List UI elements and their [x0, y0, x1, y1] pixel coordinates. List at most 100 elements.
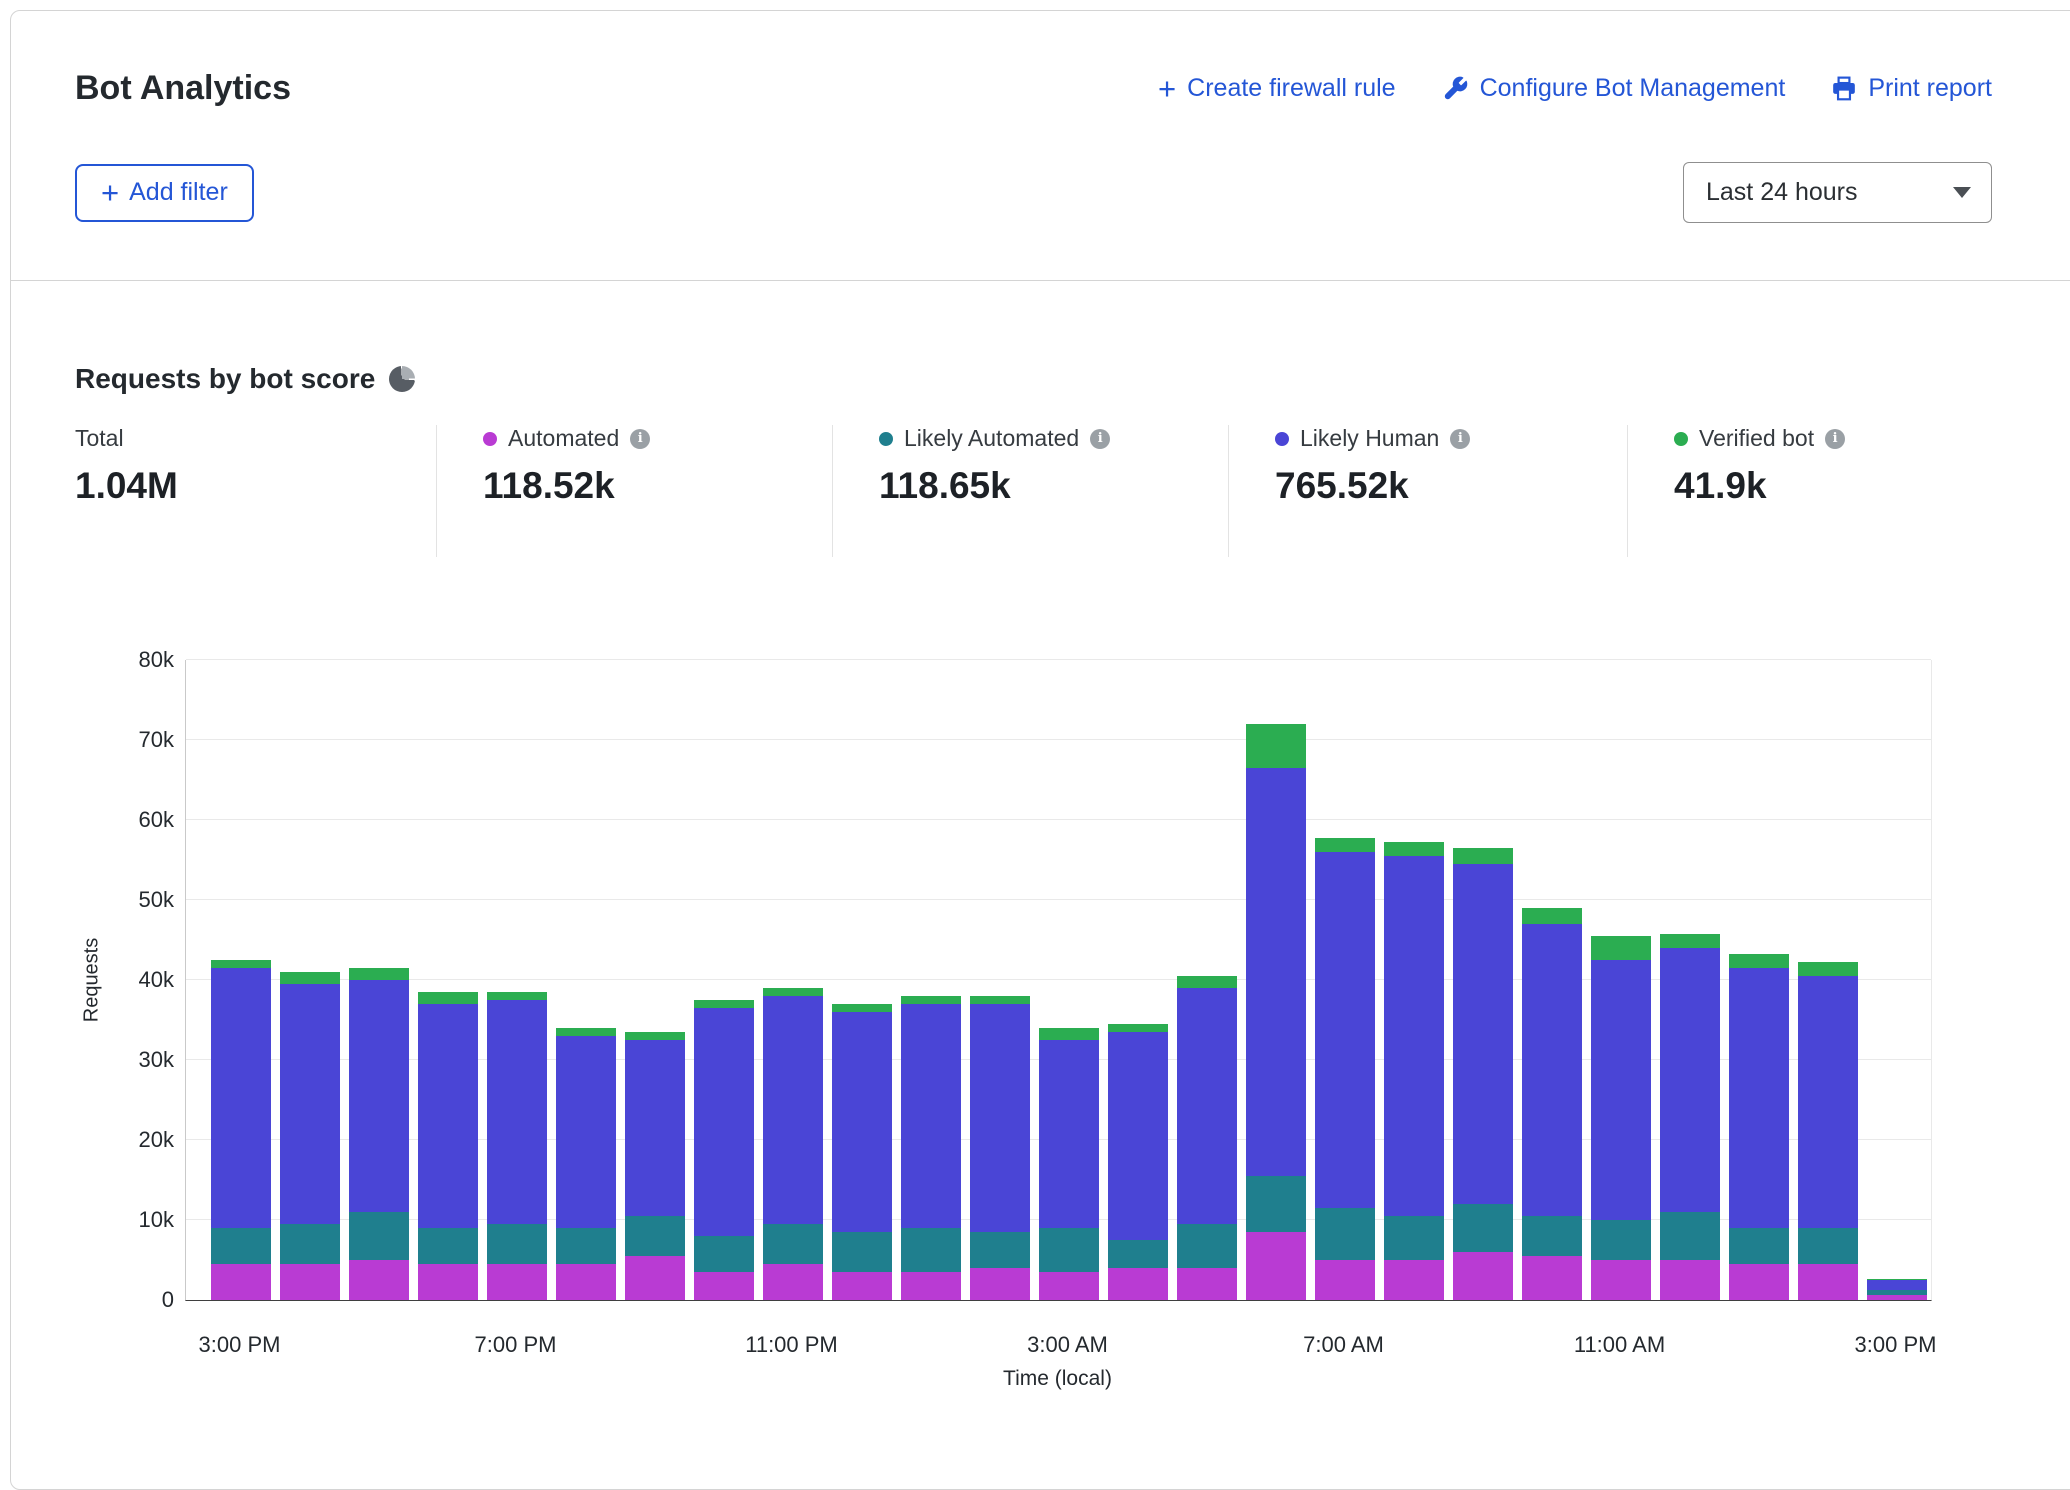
stat-verified-bot-value: 41.9k — [1674, 465, 1987, 507]
bar-segment — [211, 968, 271, 1228]
stacked-bar-5[interactable] — [556, 1028, 616, 1300]
info-icon[interactable]: i — [1825, 429, 1845, 449]
stacked-bar-9[interactable] — [832, 1004, 892, 1300]
stacked-bar-7[interactable] — [694, 1000, 754, 1300]
bar-segment — [556, 1028, 616, 1036]
stacked-bar-10[interactable] — [901, 996, 961, 1300]
bar-segment — [1108, 1240, 1168, 1268]
configure-bot-management-link[interactable]: Configure Bot Management — [1442, 74, 1786, 103]
bar-segment — [970, 996, 1030, 1004]
bar-segment — [832, 1272, 892, 1300]
pie-chart-icon — [389, 366, 415, 392]
bar-segment — [1315, 852, 1375, 1208]
stacked-bar-18[interactable] — [1453, 848, 1513, 1300]
bar-segment — [418, 992, 478, 1004]
bar-segment — [1522, 908, 1582, 924]
bar-segment — [625, 1040, 685, 1216]
bar-segment — [1246, 768, 1306, 1176]
stat-likely-automated-value: 118.65k — [879, 465, 1228, 507]
likely-human-color-dot — [1275, 432, 1289, 446]
stacked-bar-4[interactable] — [487, 992, 547, 1300]
bar-segment — [1315, 1260, 1375, 1300]
bar-segment — [1660, 948, 1720, 1212]
print-report-link[interactable]: Print report — [1831, 74, 1992, 103]
stat-automated-label: Automated — [508, 425, 619, 452]
info-icon[interactable]: i — [630, 429, 650, 449]
bar-segment — [1453, 864, 1513, 1204]
stacked-bar-17[interactable] — [1384, 842, 1444, 1300]
bar-segment — [901, 1004, 961, 1228]
bar-segment — [1453, 1252, 1513, 1300]
bar-segment — [1384, 842, 1444, 856]
stacked-bar-2[interactable] — [349, 968, 409, 1300]
gridline — [186, 899, 1931, 900]
y-axis: 010k20k30k40k50k60k70k80k — [11, 660, 174, 1300]
stat-verified-bot-label: Verified bot — [1699, 425, 1814, 452]
bar-segment — [1867, 1295, 1927, 1300]
bar-segment — [349, 1260, 409, 1300]
bar-segment — [763, 988, 823, 996]
bar-segment — [349, 968, 409, 980]
stat-likely-automated-label: Likely Automated — [904, 425, 1079, 452]
bar-segment — [694, 1236, 754, 1272]
stat-likely-human-value: 765.52k — [1275, 465, 1627, 507]
bar-segment — [1453, 848, 1513, 864]
info-icon[interactable]: i — [1450, 429, 1470, 449]
bar-segment — [625, 1032, 685, 1040]
bar-segment — [1246, 724, 1306, 768]
bar-segment — [832, 1004, 892, 1012]
stacked-bar-20[interactable] — [1591, 936, 1651, 1300]
stacked-bar-14[interactable] — [1177, 976, 1237, 1300]
add-filter-button[interactable]: + Add filter — [75, 164, 254, 222]
stacked-bar-21[interactable] — [1660, 934, 1720, 1300]
stacked-bar-15[interactable] — [1246, 724, 1306, 1300]
bar-segment — [280, 972, 340, 984]
stacked-bar-22[interactable] — [1729, 954, 1789, 1300]
bar-segment — [1729, 968, 1789, 1228]
stacked-bar-23[interactable] — [1798, 962, 1858, 1300]
stacked-bar-19[interactable] — [1522, 908, 1582, 1300]
bar-segment — [763, 1224, 823, 1264]
stat-likely-human-label: Likely Human — [1300, 425, 1439, 452]
y-tick-label: 30k — [139, 1049, 174, 1071]
likely-automated-color-dot — [879, 432, 893, 446]
bar-segment — [280, 1264, 340, 1300]
create-firewall-rule-link[interactable]: + Create firewall rule — [1158, 73, 1396, 104]
chevron-down-icon — [1953, 187, 1971, 198]
time-range-select[interactable]: Last 24 hours — [1683, 162, 1992, 223]
bar-segment — [1177, 976, 1237, 988]
stat-total-value: 1.04M — [75, 465, 436, 507]
stacked-bar-12[interactable] — [1039, 1028, 1099, 1300]
bar-segment — [970, 1004, 1030, 1232]
bar-segment — [1591, 936, 1651, 960]
stacked-bar-8[interactable] — [763, 988, 823, 1300]
bar-segment — [211, 1264, 271, 1300]
stacked-bar-3[interactable] — [418, 992, 478, 1300]
header-actions: + Create firewall rule Configure Bot Man… — [1158, 73, 1992, 104]
bar-segment — [1591, 960, 1651, 1220]
info-icon[interactable]: i — [1090, 429, 1110, 449]
stacked-bar-24[interactable] — [1867, 1279, 1927, 1300]
bar-segment — [832, 1012, 892, 1232]
bar-segment — [1177, 1268, 1237, 1300]
y-tick-label: 0 — [162, 1289, 174, 1311]
x-tick-label: 11:00 PM — [745, 1332, 838, 1358]
stacked-bar-6[interactable] — [625, 1032, 685, 1300]
bar-segment — [1729, 954, 1789, 968]
bar-segment — [1729, 1228, 1789, 1264]
card-header: Bot Analytics + Create firewall rule Con… — [11, 11, 2070, 281]
bar-segment — [901, 1272, 961, 1300]
stacked-bar-1[interactable] — [280, 972, 340, 1300]
bar-segment — [901, 996, 961, 1004]
stacked-bar-11[interactable] — [970, 996, 1030, 1300]
y-tick-label: 70k — [139, 729, 174, 751]
stacked-bar-0[interactable] — [211, 960, 271, 1300]
bar-segment — [418, 1004, 478, 1228]
stacked-bar-13[interactable] — [1108, 1024, 1168, 1300]
bar-segment — [349, 1212, 409, 1260]
stacked-bar-16[interactable] — [1315, 838, 1375, 1300]
bar-segment — [1384, 856, 1444, 1216]
bar-segment — [1798, 962, 1858, 976]
stat-verified-bot: Verified bot i 41.9k — [1627, 425, 1987, 557]
bar-segment — [1660, 1212, 1720, 1260]
